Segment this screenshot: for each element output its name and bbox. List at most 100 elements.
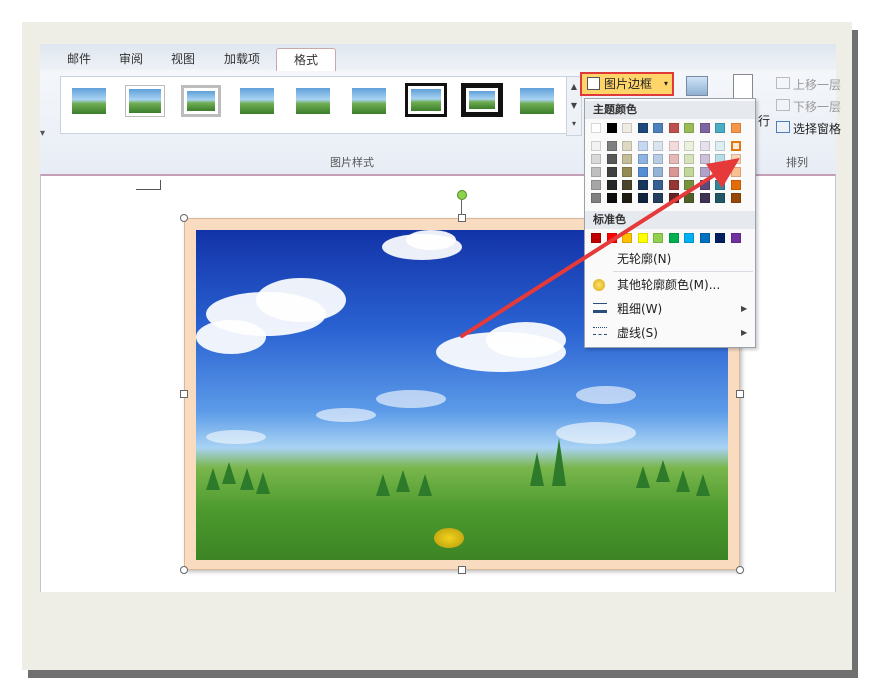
color-swatch[interactable] [637,141,648,151]
color-swatch[interactable] [606,154,617,164]
style-thumb[interactable] [405,83,447,117]
color-swatch[interactable] [591,167,601,177]
tab-view[interactable]: 视图 [158,48,208,70]
style-thumb[interactable] [181,85,221,117]
more-outline-colors-item[interactable]: 其他轮廓颜色(M)... [585,273,755,297]
gallery-more-icon[interactable]: ▾ [567,115,581,133]
color-swatch[interactable] [668,141,679,151]
style-thumb[interactable] [517,85,557,117]
color-swatch[interactable] [637,167,648,177]
color-swatch[interactable] [730,123,741,133]
picture-border-button[interactable]: 图片边框 ▾ [580,72,674,96]
picture-styles-gallery[interactable] [60,76,582,134]
color-swatch[interactable] [668,233,679,243]
color-swatch[interactable] [653,154,663,164]
color-swatch[interactable] [668,193,679,203]
color-swatch[interactable] [684,193,694,203]
color-swatch[interactable] [606,193,617,203]
color-swatch[interactable] [622,123,632,133]
scroll-down-icon[interactable]: ▼ [567,96,581,115]
style-thumb[interactable] [69,85,109,117]
tab-review[interactable]: 审阅 [106,48,156,70]
no-outline-item[interactable]: 无轮廓(N) [585,247,755,271]
color-swatch[interactable] [606,167,617,177]
color-swatch[interactable] [653,193,663,203]
resize-handle-bottom-left[interactable] [180,566,188,574]
color-swatch[interactable] [668,167,679,177]
color-swatch[interactable] [591,123,601,133]
color-swatch[interactable] [699,167,710,177]
color-swatch[interactable] [653,180,663,190]
tab-addins[interactable]: 加载项 [212,48,272,70]
color-swatch[interactable] [715,193,725,203]
color-swatch[interactable] [715,233,725,243]
resize-handle-left[interactable] [180,390,188,398]
scroll-up-icon[interactable]: ▲ [567,77,581,96]
resize-handle-top[interactable] [458,214,466,222]
color-swatch[interactable] [684,141,694,151]
picture-effects-icon[interactable] [686,76,708,96]
tab-mailings[interactable]: 邮件 [54,48,104,70]
color-swatch[interactable] [653,123,663,133]
color-swatch[interactable] [591,154,601,164]
style-thumb[interactable] [293,85,333,117]
wrap-text-label[interactable]: 行 [758,112,770,129]
resize-handle-top-left[interactable] [180,214,188,222]
position-icon[interactable] [733,74,753,100]
style-thumb[interactable] [349,85,389,117]
color-swatch[interactable] [730,154,741,164]
style-thumb[interactable] [237,85,277,117]
color-swatch[interactable] [622,193,632,203]
color-swatch[interactable] [699,141,710,151]
color-swatch[interactable] [668,154,679,164]
color-swatch[interactable] [622,167,632,177]
color-swatch[interactable] [606,180,617,190]
color-swatch[interactable] [622,180,632,190]
color-swatch[interactable] [637,180,648,190]
color-swatch[interactable] [730,180,741,190]
color-swatch[interactable] [715,180,725,190]
color-swatch[interactable] [606,233,617,243]
color-swatch[interactable] [699,180,710,190]
style-thumb[interactable] [461,83,503,117]
color-swatch[interactable] [684,180,694,190]
color-swatch[interactable] [730,141,741,151]
color-swatch[interactable] [684,233,694,243]
color-swatch[interactable] [637,193,648,203]
resize-handle-bottom-right[interactable] [736,566,744,574]
color-swatch[interactable] [591,180,601,190]
selection-pane-button[interactable]: 选择窗格 [776,120,841,137]
color-swatch[interactable] [653,167,663,177]
color-swatch[interactable] [699,123,710,133]
color-swatch[interactable] [606,141,617,151]
color-swatch[interactable] [591,141,601,151]
color-swatch[interactable] [622,154,632,164]
color-swatch[interactable] [699,193,710,203]
color-swatch[interactable] [730,193,741,203]
color-swatch[interactable] [637,154,648,164]
color-swatch[interactable] [699,233,710,243]
dashes-item[interactable]: 虚线(S) ▶ [585,321,755,345]
color-swatch[interactable] [730,167,741,177]
color-swatch[interactable] [715,154,725,164]
color-swatch[interactable] [653,141,663,151]
color-swatch[interactable] [684,167,694,177]
color-swatch[interactable] [653,233,663,243]
color-swatch[interactable] [715,167,725,177]
chevron-down-icon[interactable]: ▾ [40,128,45,139]
color-swatch[interactable] [606,123,617,133]
bring-forward-button[interactable]: 上移一层 [776,76,841,93]
color-swatch[interactable] [715,141,725,151]
resize-handle-right[interactable] [736,390,744,398]
resize-handle-bottom[interactable] [458,566,466,574]
rotate-handle[interactable] [457,190,467,200]
color-swatch[interactable] [699,154,710,164]
color-swatch[interactable] [622,233,632,243]
color-swatch[interactable] [591,233,601,243]
weight-item[interactable]: 粗细(W) ▶ [585,297,755,321]
style-thumb[interactable] [125,85,165,117]
color-swatch[interactable] [591,193,601,203]
color-swatch[interactable] [622,141,632,151]
color-swatch[interactable] [730,233,741,243]
color-swatch[interactable] [684,154,694,164]
